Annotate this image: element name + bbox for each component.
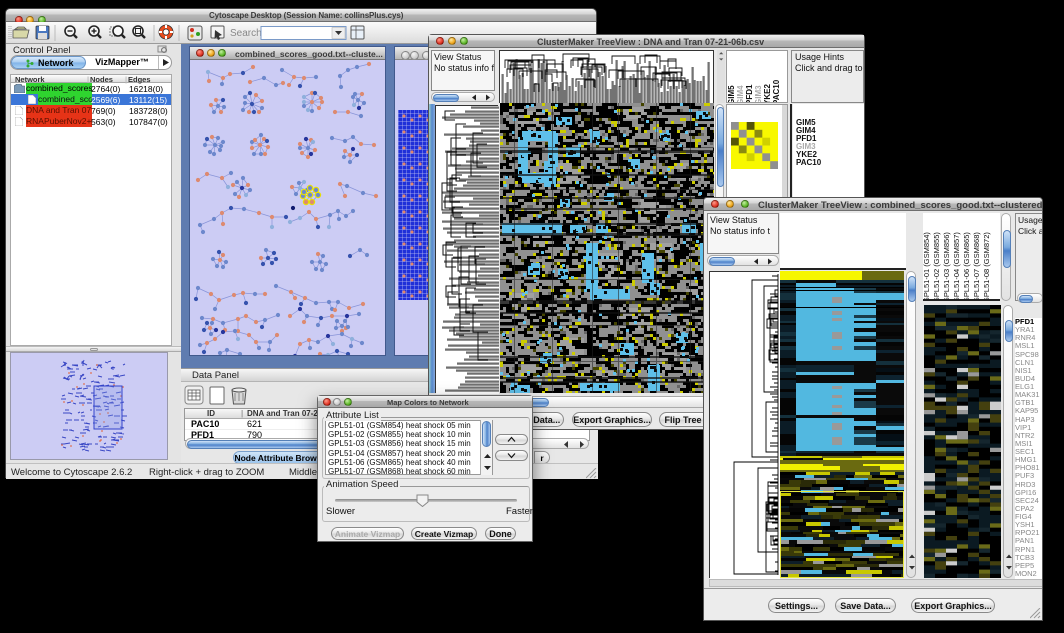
svg-text:GPL51-03 (GSM856): GPL51-03 (GSM856) [942,232,951,301]
svg-text:GPL51-06 (GSM865): GPL51-06 (GSM865) [962,232,971,301]
svg-text:GPL51-02 (GSM855): GPL51-02 (GSM855) [932,232,941,301]
svg-text:GPL51-04 (GSM857): GPL51-04 (GSM857) [952,232,961,301]
svg-text:PAC10: PAC10 [772,79,781,103]
svg-text:GPL51-01 (GSM854): GPL51-01 (GSM854) [923,232,931,301]
svg-text:GIM3: GIM3 [754,85,763,103]
svg-text:GPL51-07 (GSM868): GPL51-07 (GSM868) [972,232,981,301]
svg-text:Search:: Search: [230,28,264,39]
svg-text:GIM4: GIM4 [736,85,745,103]
svg-text:GPL51-08 (GSM872): GPL51-08 (GSM872) [982,232,991,301]
svg-text:YKE2: YKE2 [763,84,772,103]
svg-text:GIM5: GIM5 [727,85,736,103]
svg-text:PFD1: PFD1 [745,84,754,103]
